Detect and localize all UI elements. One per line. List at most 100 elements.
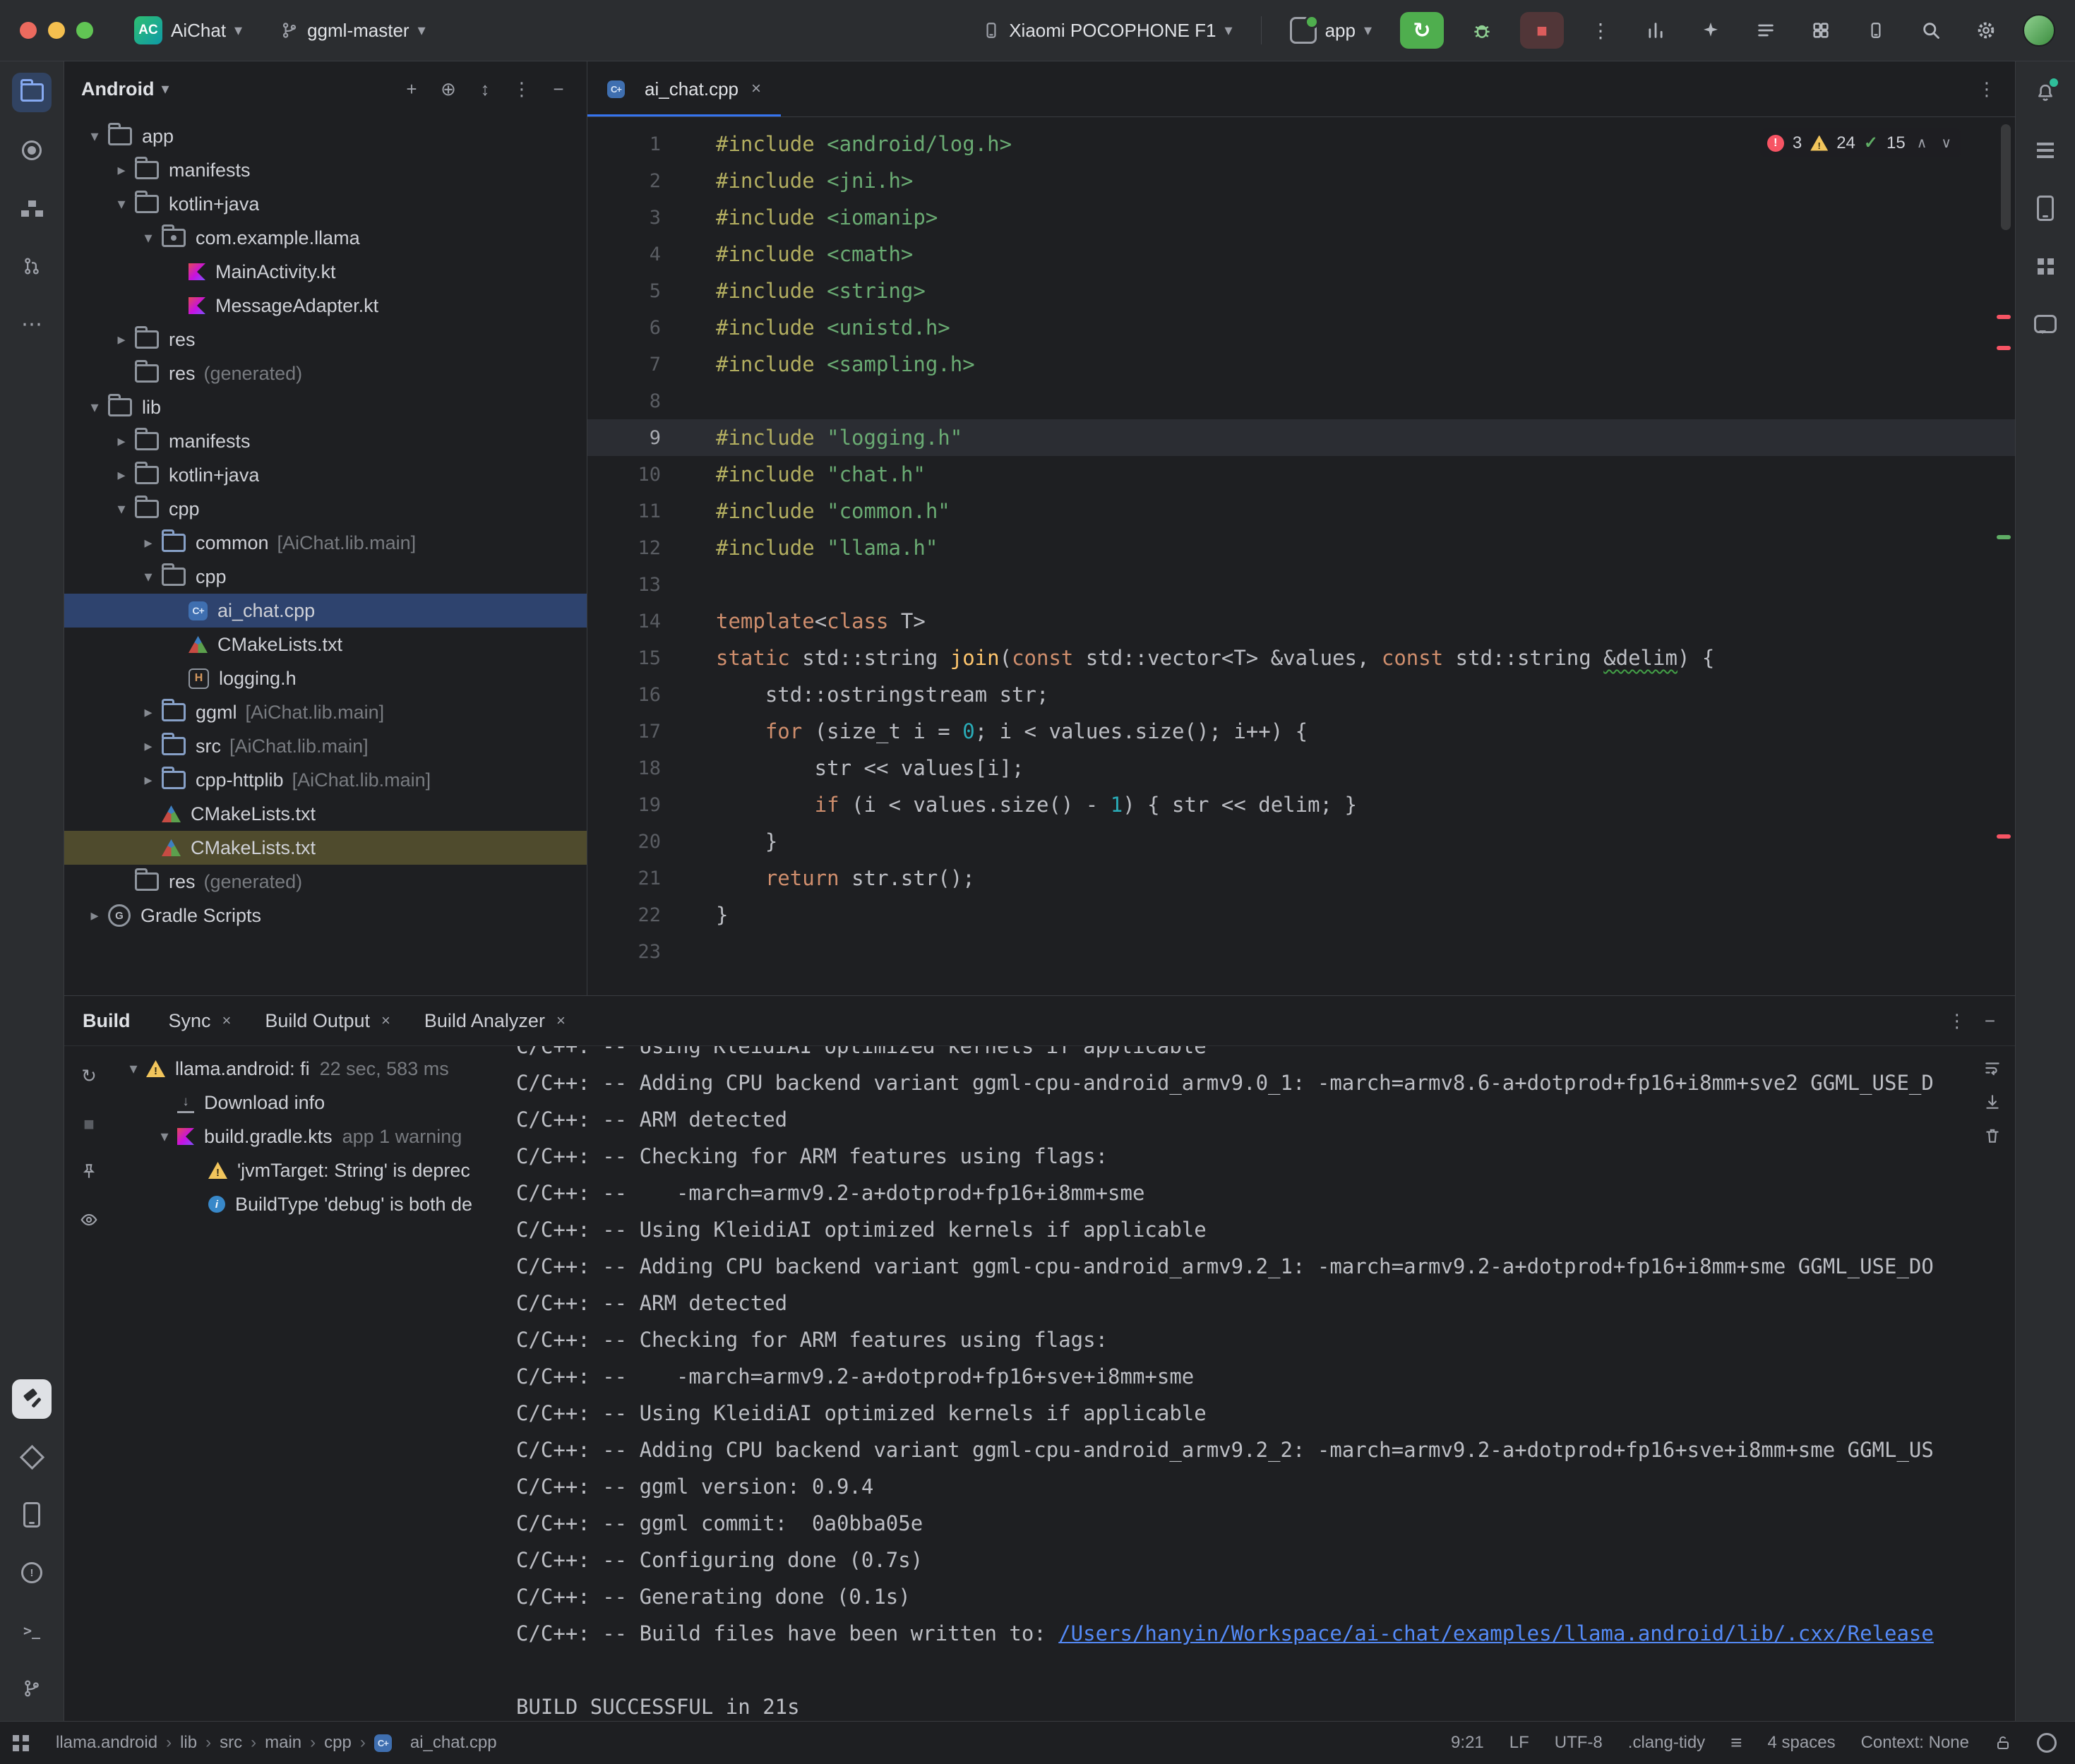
hide-build-panel-button[interactable]: −	[1985, 1010, 1995, 1032]
chevron-down-icon[interactable]: ▾	[152, 1127, 177, 1146]
build-console[interactable]: C/C++: -- Using KleidiAI optimized kerne…	[506, 1046, 1970, 1721]
build-tree-item[interactable]: ▾build.gradle.ktsapp 1 warning	[114, 1120, 506, 1153]
project-tool-icon[interactable]	[12, 73, 52, 112]
app-inspection-tool-icon[interactable]	[12, 1437, 52, 1477]
panel-options-button[interactable]: ⋮	[506, 73, 537, 104]
inspections-indicator-icon[interactable]	[2037, 1733, 2057, 1753]
chevron-right-icon[interactable]: ▸	[135, 534, 162, 552]
breadcrumb-item[interactable]: ai_chat.cpp	[410, 1733, 497, 1753]
previous-issue-button[interactable]: ∧	[1914, 134, 1930, 152]
tree-item-common[interactable]: ▸common[AiChat.lib.main]	[64, 526, 587, 560]
tab-sync[interactable]: Sync ×	[152, 996, 249, 1045]
code-line-18[interactable]: 18 str << values[i];	[587, 750, 2015, 786]
close-tab-icon[interactable]: ×	[556, 1012, 566, 1030]
breadcrumb-item[interactable]: main	[265, 1733, 301, 1753]
assistant-tool-icon[interactable]	[2026, 304, 2065, 344]
tree-item-ai-chat-cpp[interactable]: C+ai_chat.cpp	[64, 594, 587, 628]
build-output-path-link[interactable]: /Users/hanyin/Workspace/ai-chat/examples…	[1058, 1621, 1934, 1645]
gradle-tool-icon[interactable]	[2026, 131, 2065, 170]
scrollbar-thumb[interactable]	[2001, 124, 2011, 230]
editor-options-button[interactable]: ⋮	[1971, 73, 2002, 104]
pull-requests-tool-icon[interactable]	[12, 246, 52, 286]
file-encoding-widget[interactable]: UTF-8	[1555, 1733, 1603, 1753]
chevron-down-icon[interactable]: ▾	[81, 398, 108, 416]
chevron-down-icon[interactable]: ▾	[108, 195, 135, 213]
tree-item-manifests[interactable]: ▸manifests	[64, 424, 587, 458]
code-line-12[interactable]: 12#include "llama.h"	[587, 529, 2015, 566]
code-line-17[interactable]: 17 for (size_t i = 0; i < values.size();…	[587, 713, 2015, 750]
eye-icon[interactable]	[73, 1204, 104, 1235]
build-tree-item[interactable]: ↓Download info	[114, 1086, 506, 1120]
line-number[interactable]: 19	[587, 794, 661, 816]
build-window-title[interactable]: Build	[83, 1010, 131, 1032]
editor-scrollbar[interactable]	[1997, 117, 2015, 995]
next-issue-button[interactable]: ∨	[1938, 134, 1954, 152]
line-number[interactable]: 8	[587, 390, 661, 412]
tree-item-cpp-httplib[interactable]: ▸cpp-httplib[AiChat.lib.main]	[64, 763, 587, 797]
line-number[interactable]: 13	[587, 574, 661, 596]
line-number[interactable]: 4	[587, 244, 661, 265]
tool-window-toggle-icon[interactable]	[13, 1735, 29, 1751]
code-style-icon[interactable]: ≡	[1730, 1732, 1742, 1754]
project-view-selector[interactable]: Android ▾	[81, 78, 169, 100]
tree-item-cpp[interactable]: ▾cpp	[64, 560, 587, 594]
tree-item-cmakelists-txt[interactable]: CMakeLists.txt	[64, 797, 587, 831]
add-button[interactable]: +	[396, 73, 427, 104]
user-avatar[interactable]	[2023, 14, 2055, 47]
chevron-down-icon[interactable]: ▾	[108, 500, 135, 518]
build-tree-item[interactable]: ▾!llama.android: fi22 sec, 583 ms	[114, 1052, 506, 1086]
tree-item-kotlin-java[interactable]: ▸kotlin+java	[64, 458, 587, 492]
rerun-sync-button[interactable]: ↻	[73, 1060, 104, 1091]
tree-item-manifests[interactable]: ▸manifests	[64, 153, 587, 187]
chevron-right-icon[interactable]: ▸	[108, 466, 135, 484]
breadcrumb-item[interactable]: cpp	[324, 1733, 352, 1753]
tree-item-res[interactable]: ▸res	[64, 323, 587, 356]
commit-tool-icon[interactable]	[12, 131, 52, 170]
ai-assistant-icon[interactable]	[1692, 12, 1729, 49]
locate-file-button[interactable]: ⊕	[433, 73, 464, 104]
close-window-button[interactable]	[20, 22, 37, 39]
code-line-20[interactable]: 20 }	[587, 823, 2015, 860]
code-line-13[interactable]: 13	[587, 566, 2015, 603]
context-widget[interactable]: Context: None	[1861, 1733, 1969, 1753]
code-line-14[interactable]: 14template<class T>	[587, 603, 2015, 640]
chevron-right-icon[interactable]: ▸	[135, 771, 162, 789]
scroll-to-end-icon[interactable]	[1983, 1093, 2002, 1111]
code-line-2[interactable]: 2#include <jni.h>	[587, 162, 2015, 199]
tree-item-res[interactable]: res(generated)	[64, 356, 587, 390]
line-number[interactable]: 2	[587, 170, 661, 192]
line-number[interactable]: 3	[587, 207, 661, 229]
chevron-down-icon[interactable]: ▾	[135, 568, 162, 586]
code-line-11[interactable]: 11#include "common.h"	[587, 493, 2015, 529]
minimize-window-button[interactable]	[48, 22, 65, 39]
close-tab-icon[interactable]: ×	[381, 1012, 390, 1030]
close-tab-icon[interactable]: ×	[751, 79, 761, 99]
tree-item-lib[interactable]: ▾lib	[64, 390, 587, 424]
line-number[interactable]: 20	[587, 831, 661, 853]
code-line-5[interactable]: 5#include <string>	[587, 272, 2015, 309]
line-number[interactable]: 11	[587, 500, 661, 522]
profiler-icon[interactable]	[1637, 12, 1674, 49]
inspections-widget[interactable]: ! 3 ! 24 ✓ 15 ∧ ∨	[1760, 128, 1961, 157]
line-number[interactable]: 16	[587, 684, 661, 706]
tab-build-output[interactable]: Build Output ×	[248, 996, 407, 1045]
line-number[interactable]: 18	[587, 757, 661, 779]
tree-item-kotlin-java[interactable]: ▾kotlin+java	[64, 187, 587, 221]
pin-icon[interactable]	[73, 1156, 104, 1187]
code-line-9[interactable]: 9#include "logging.h"	[587, 419, 2015, 456]
clang-tidy-widget[interactable]: .clang-tidy	[1628, 1733, 1705, 1753]
device-manager-tool-icon[interactable]	[2026, 188, 2065, 228]
line-number[interactable]: 21	[587, 868, 661, 889]
cursor-position[interactable]: 9:21	[1451, 1733, 1484, 1753]
build-tree-item[interactable]: iBuildType 'debug' is both de	[114, 1187, 506, 1221]
line-number[interactable]: 6	[587, 317, 661, 339]
breadcrumb-item[interactable]: lib	[180, 1733, 197, 1753]
chevron-right-icon[interactable]: ▸	[108, 330, 135, 349]
chevron-down-icon[interactable]: ▾	[135, 229, 162, 247]
expand-collapse-button[interactable]: ↕	[470, 73, 501, 104]
zoom-window-button[interactable]	[76, 22, 93, 39]
line-separator-widget[interactable]: LF	[1509, 1733, 1529, 1753]
chevron-right-icon[interactable]: ▸	[108, 432, 135, 450]
tab-build-analyzer[interactable]: Build Analyzer ×	[407, 996, 582, 1045]
project-selector[interactable]: AC AiChat ▾	[124, 11, 252, 50]
